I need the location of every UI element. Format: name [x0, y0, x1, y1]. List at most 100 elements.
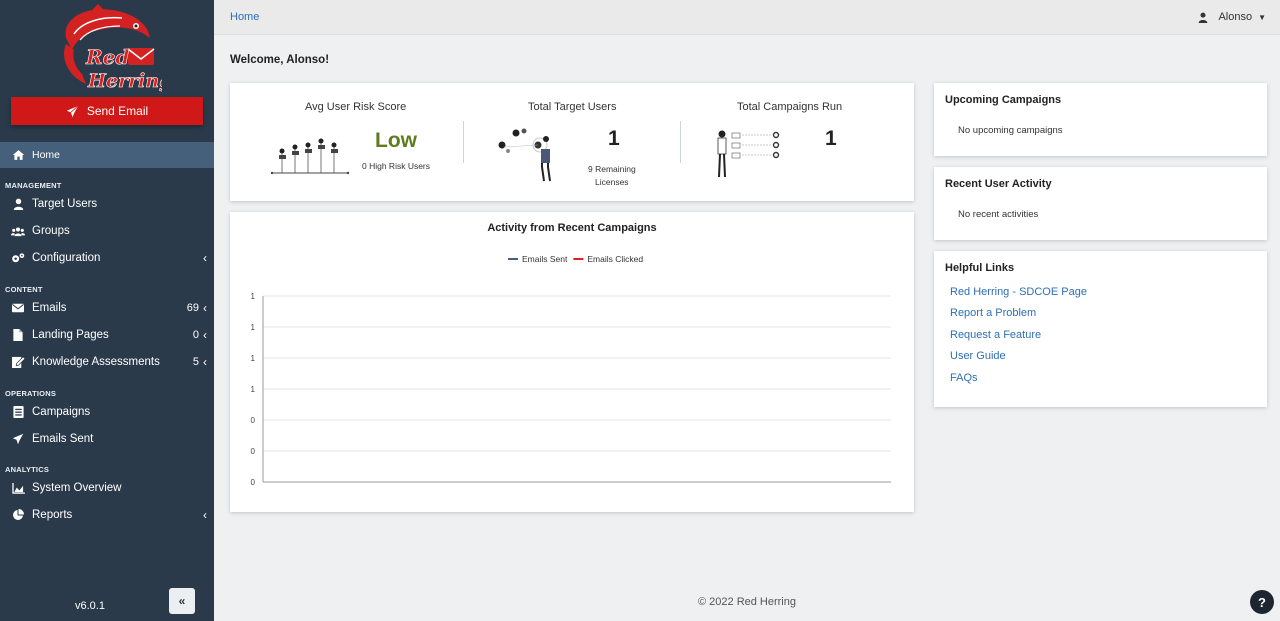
risk-score-value: Low	[375, 129, 417, 152]
sidebar-item-emails[interactable]: Emails 69 ‹	[0, 295, 214, 321]
section-operations: OPERATIONS	[5, 389, 57, 398]
clipboard-list-icon	[11, 405, 25, 419]
upcoming-campaigns-empty: No upcoming campaigns	[958, 125, 1063, 136]
campaigns-run-value: 1	[825, 127, 837, 150]
y-tick-label: 1	[251, 354, 256, 363]
high-risk-users-count: 0 High Risk Users	[362, 161, 431, 171]
sidebar-item-landing-pages[interactable]: Landing Pages 0 ‹	[0, 322, 214, 348]
link-request-feature[interactable]: Request a Feature	[950, 329, 1041, 341]
link-user-guide[interactable]: User Guide	[950, 350, 1006, 362]
emails-count-badge: 69	[186, 302, 199, 314]
user-icon	[1199, 12, 1208, 23]
y-tick-label: 1	[251, 385, 256, 394]
target-users-title: Total Target Users	[528, 101, 617, 113]
helpful-links-title: Helpful Links	[945, 262, 1015, 274]
chevron-left-icon: ‹	[203, 355, 207, 369]
recent-activity-title: Recent User Activity	[945, 178, 1052, 190]
footer-copyright: © 2022 Red Herring	[698, 596, 796, 608]
section-management: MANAGEMENT	[5, 181, 62, 190]
sidebar-item-label: Reports	[32, 509, 73, 521]
cogs-icon	[11, 251, 25, 265]
sidebar-item-groups[interactable]: Groups	[0, 218, 214, 244]
red-herring-logo[interactable]: Red Herring	[52, 4, 173, 94]
target-users-value: 1	[608, 127, 620, 150]
chevron-left-icon: ‹	[203, 301, 207, 315]
collapse-sidebar-button[interactable]: «	[169, 588, 195, 614]
y-tick-label: 0	[251, 447, 256, 456]
target-users-illustration-icon	[498, 128, 551, 182]
send-email-button[interactable]: Send Email	[11, 97, 203, 125]
file-icon	[11, 328, 25, 342]
chevron-left-icon: ‹	[203, 251, 207, 265]
chart-title: Activity from Recent Campaigns	[487, 222, 657, 234]
breadcrumb-home[interactable]: Home	[230, 11, 259, 23]
legend-label: Emails Clicked	[587, 254, 643, 264]
y-tick-label: 0	[251, 416, 256, 425]
section-analytics: ANALYTICS	[5, 465, 50, 474]
y-tick-label: 1	[251, 292, 256, 301]
users-icon	[11, 224, 25, 238]
sidebar-item-label: Landing Pages	[32, 329, 109, 341]
pie-chart-icon	[11, 508, 25, 522]
user-icon	[11, 197, 25, 211]
sidebar-item-label: Configuration	[32, 252, 101, 264]
sidebar-item-reports[interactable]: Reports ‹	[0, 502, 214, 528]
y-tick-label: 0	[251, 478, 256, 487]
home-icon	[11, 148, 25, 162]
sidebar: Red Herring Send Email Home MANAGEMENT T…	[0, 0, 214, 621]
sidebar-item-label: Home	[32, 149, 61, 161]
link-faqs[interactable]: FAQs	[950, 372, 978, 384]
envelope-icon	[11, 301, 25, 315]
risk-illustration-icon	[270, 138, 350, 175]
logo-text-herring: Herring	[87, 70, 162, 92]
help-button[interactable]: ?	[1250, 590, 1274, 614]
sidebar-item-label: Emails	[32, 302, 67, 314]
sidebar-item-label: Emails Sent	[32, 433, 94, 445]
welcome-heading: Welcome, Alonso!	[230, 54, 330, 66]
risk-score-title: Avg User Risk Score	[305, 101, 407, 113]
link-report-problem[interactable]: Report a Problem	[950, 307, 1036, 319]
question-icon: ?	[1258, 594, 1266, 610]
chevron-left-icon: ‹	[203, 328, 207, 342]
logo-text-red: Red	[85, 45, 129, 69]
y-tick-label: 1	[251, 323, 256, 332]
sidebar-item-campaigns[interactable]: Campaigns	[0, 399, 214, 425]
sidebar-item-configuration[interactable]: Configuration ‹	[0, 245, 214, 271]
sidebar-item-label: Groups	[32, 225, 70, 237]
sidebar-item-label: System Overview	[32, 482, 122, 494]
recent-activity-empty: No recent activities	[958, 209, 1039, 220]
user-menu[interactable]: Alonso ▼	[1198, 11, 1266, 23]
helpful-links-card: Helpful Links Red Herring - SDCOE Page R…	[934, 251, 1267, 407]
legend-label: Emails Sent	[522, 254, 568, 264]
sidebar-item-home[interactable]: Home	[0, 142, 214, 168]
sidebar-item-system-overview[interactable]: System Overview	[0, 475, 214, 501]
sidebar-item-label: Campaigns	[32, 406, 91, 418]
paper-plane-icon	[66, 105, 79, 117]
app-version: v6.0.1	[75, 600, 105, 612]
remaining-licenses-line2: Licenses	[595, 177, 629, 187]
sidebar-item-label: Target Users	[32, 198, 98, 210]
upcoming-campaigns-card: Upcoming Campaigns No upcoming campaigns	[934, 83, 1267, 156]
stat-divider	[680, 121, 681, 163]
caret-down-icon: ▼	[1258, 12, 1266, 22]
stats-card: Avg User Risk Score Low 0 High Risk User…	[230, 83, 914, 201]
paper-plane-icon	[11, 432, 25, 446]
section-content: CONTENT	[5, 285, 43, 294]
remaining-licenses-line1: 9 Remaining	[588, 164, 636, 174]
send-email-label: Send Email	[86, 104, 149, 118]
user-name: Alonso	[1218, 11, 1253, 23]
sidebar-item-knowledge-assessments[interactable]: Knowledge Assessments 5 ‹	[0, 349, 214, 375]
landing-pages-count-badge: 0	[192, 329, 199, 341]
campaigns-illustration-icon	[717, 130, 780, 178]
area-chart-icon	[11, 481, 25, 495]
chevron-left-icon: ‹	[203, 508, 207, 522]
knowledge-assessments-count-badge: 5	[192, 356, 199, 368]
link-sdcoe-page[interactable]: Red Herring - SDCOE Page	[950, 286, 1087, 298]
activity-chart-card: Activity from Recent Campaigns Emails Se…	[230, 212, 914, 512]
double-chevron-left-icon: «	[178, 594, 186, 608]
sidebar-item-target-users[interactable]: Target Users	[0, 191, 214, 217]
topbar: Home Alonso ▼	[214, 0, 1280, 35]
sidebar-item-emails-sent[interactable]: Emails Sent	[0, 426, 214, 452]
recent-activity-card: Recent User Activity No recent activitie…	[934, 167, 1267, 240]
upcoming-campaigns-title: Upcoming Campaigns	[945, 94, 1062, 106]
